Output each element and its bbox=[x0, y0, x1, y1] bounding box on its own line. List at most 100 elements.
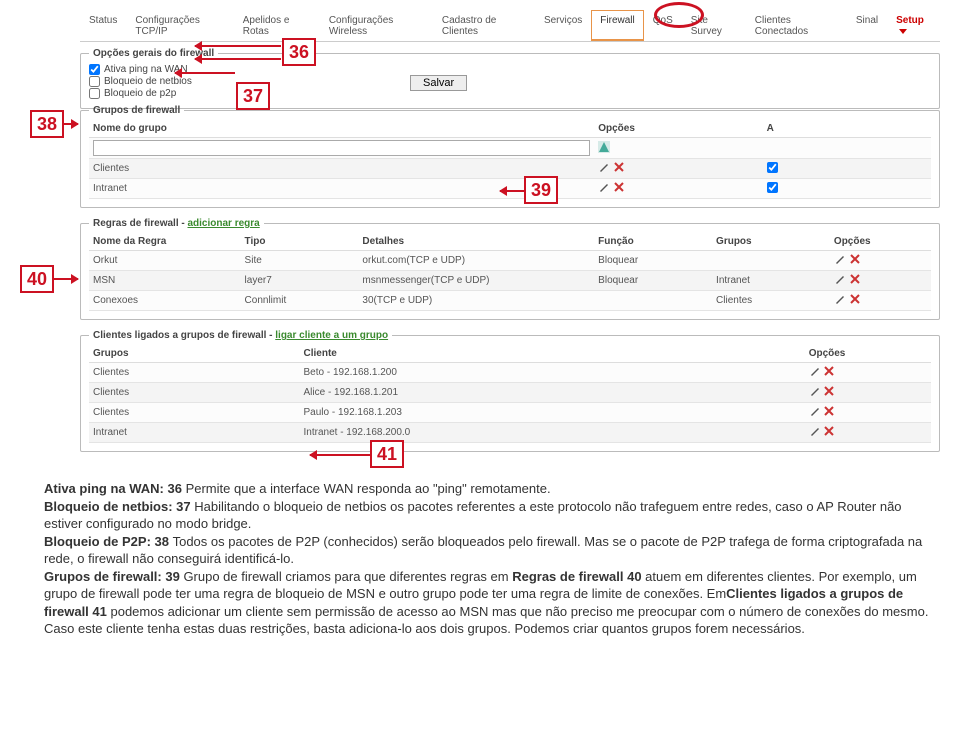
table-row: ClientesPaulo - 192.168.1.203 bbox=[89, 403, 931, 423]
annotation-circle-firewall bbox=[654, 2, 704, 28]
tab-firewall[interactable]: Firewall bbox=[591, 10, 643, 41]
table-row: MSNlayer7msnmessenger(TCP e UDP)Bloquear… bbox=[89, 271, 931, 291]
legend-rules: Regras de firewall - adicionar regra bbox=[89, 218, 264, 229]
delete-icon[interactable] bbox=[849, 273, 861, 288]
delete-icon[interactable] bbox=[823, 425, 835, 440]
callout-39: 39 bbox=[524, 176, 558, 204]
tab-setup[interactable]: Setup bbox=[887, 10, 940, 41]
col-grp: Grupos bbox=[712, 233, 830, 251]
delete-icon[interactable] bbox=[849, 293, 861, 308]
arrow-36 bbox=[195, 45, 281, 47]
checkbox-a[interactable] bbox=[767, 162, 778, 173]
cell bbox=[594, 291, 712, 311]
edit-icon[interactable] bbox=[834, 253, 846, 268]
cell-name: Clientes bbox=[89, 159, 594, 179]
col-opt: Opções bbox=[830, 233, 931, 251]
cell: 30(TCP e UDP) bbox=[358, 291, 594, 311]
arrow-38 bbox=[64, 123, 78, 125]
table-row bbox=[89, 138, 931, 159]
cell: Intranet bbox=[89, 423, 300, 443]
arrow-39 bbox=[500, 190, 524, 192]
edit-icon[interactable] bbox=[834, 273, 846, 288]
cell: layer7 bbox=[241, 271, 359, 291]
tab-bar: Status Configurações TCP/IP Apelidos e R… bbox=[80, 10, 940, 42]
add-rule-link[interactable]: adicionar regra bbox=[187, 218, 259, 229]
col-grp: Grupos bbox=[89, 345, 300, 363]
col-name: Nome do grupo bbox=[89, 120, 594, 138]
cell: Bloquear bbox=[594, 271, 712, 291]
callout-36: 36 bbox=[282, 38, 316, 66]
cell: Orkut bbox=[89, 251, 241, 271]
bold: Ativa ping na WAN: 36 bbox=[44, 481, 186, 496]
delete-icon[interactable] bbox=[613, 161, 625, 176]
cell: Paulo - 192.168.1.203 bbox=[300, 403, 805, 423]
bold: Regras de firewall 40 bbox=[512, 569, 641, 584]
legend-groups: Grupos de firewall bbox=[89, 105, 184, 116]
delete-icon[interactable] bbox=[613, 181, 625, 196]
checkbox-netbios[interactable] bbox=[89, 76, 100, 87]
callout-41: 41 bbox=[370, 440, 404, 468]
delete-icon[interactable] bbox=[823, 385, 835, 400]
arrow-37 bbox=[175, 72, 235, 74]
cell: Beto - 192.168.1.200 bbox=[300, 363, 805, 383]
edit-icon[interactable] bbox=[598, 161, 610, 176]
col-tipo: Tipo bbox=[241, 233, 359, 251]
cell: Clientes bbox=[89, 363, 300, 383]
checkbox-p2p[interactable] bbox=[89, 88, 100, 99]
cell: Conexoes bbox=[89, 291, 241, 311]
edit-icon[interactable] bbox=[809, 365, 821, 380]
add-icon[interactable] bbox=[598, 141, 610, 156]
delete-icon[interactable] bbox=[823, 405, 835, 420]
table-row: IntranetIntranet - 192.168.200.0 bbox=[89, 423, 931, 443]
panel-rules: Regras de firewall - adicionar regra Nom… bbox=[80, 218, 940, 320]
legend-clients: Clientes ligados a grupos de firewall - … bbox=[89, 330, 392, 341]
tab-status[interactable]: Status bbox=[80, 10, 126, 41]
edit-icon[interactable] bbox=[809, 405, 821, 420]
arrow-40 bbox=[54, 278, 78, 280]
link-client-group[interactable]: ligar cliente a um grupo bbox=[275, 330, 388, 341]
tab-clientes[interactable]: Cadastro de Clientes bbox=[433, 10, 535, 41]
edit-icon[interactable] bbox=[809, 385, 821, 400]
cell: Site bbox=[241, 251, 359, 271]
text: Grupo de firewall criamos para que difer… bbox=[183, 569, 512, 584]
bold: Grupos de firewall: 39 bbox=[44, 569, 183, 584]
text: Permite que a interface WAN responda ao … bbox=[186, 481, 551, 496]
cell: Clientes bbox=[89, 383, 300, 403]
tab-wireless[interactable]: Configurações Wireless bbox=[320, 10, 433, 41]
cell: Bloquear bbox=[594, 251, 712, 271]
group-name-input[interactable] bbox=[93, 140, 590, 156]
bold: Bloqueio de netbios: 37 bbox=[44, 499, 194, 514]
cell bbox=[712, 251, 830, 271]
col-opt: Opções bbox=[594, 120, 762, 138]
panel-clients: Clientes ligados a grupos de firewall - … bbox=[80, 330, 940, 452]
tab-servicos[interactable]: Serviços bbox=[535, 10, 591, 41]
bold: Bloqueio de P2P: 38 bbox=[44, 534, 173, 549]
edit-icon[interactable] bbox=[598, 181, 610, 196]
arrow-41 bbox=[310, 454, 370, 456]
edit-icon[interactable] bbox=[834, 293, 846, 308]
cell: Clientes bbox=[712, 291, 830, 311]
tab-tcpip[interactable]: Configurações TCP/IP bbox=[126, 10, 233, 41]
callout-40: 40 bbox=[20, 265, 54, 293]
col-det: Detalhes bbox=[358, 233, 594, 251]
delete-icon[interactable] bbox=[823, 365, 835, 380]
edit-icon[interactable] bbox=[809, 425, 821, 440]
clients-table: Grupos Cliente Opções ClientesBeto - 192… bbox=[89, 345, 931, 443]
callout-37: 37 bbox=[236, 82, 270, 110]
col-opt: Opções bbox=[805, 345, 931, 363]
table-row: ClientesAlice - 192.168.1.201 bbox=[89, 383, 931, 403]
delete-icon[interactable] bbox=[849, 253, 861, 268]
table-row: OrkutSiteorkut.com(TCP e UDP)Bloquear bbox=[89, 251, 931, 271]
cell: msnmessenger(TCP e UDP) bbox=[358, 271, 594, 291]
table-row: Intranet bbox=[89, 179, 931, 199]
save-button[interactable]: Salvar bbox=[410, 75, 467, 91]
checkbox-ping-wan[interactable] bbox=[89, 64, 100, 75]
checkbox-a[interactable] bbox=[767, 182, 778, 193]
callout-38: 38 bbox=[30, 110, 64, 138]
tab-conectados[interactable]: Clientes Conectados bbox=[746, 10, 847, 41]
tab-apelidos[interactable]: Apelidos e Rotas bbox=[234, 10, 320, 41]
col-a: A bbox=[763, 120, 931, 138]
table-row: Clientes bbox=[89, 159, 931, 179]
col-cli: Cliente bbox=[300, 345, 805, 363]
tab-sinal[interactable]: Sinal bbox=[847, 10, 887, 41]
